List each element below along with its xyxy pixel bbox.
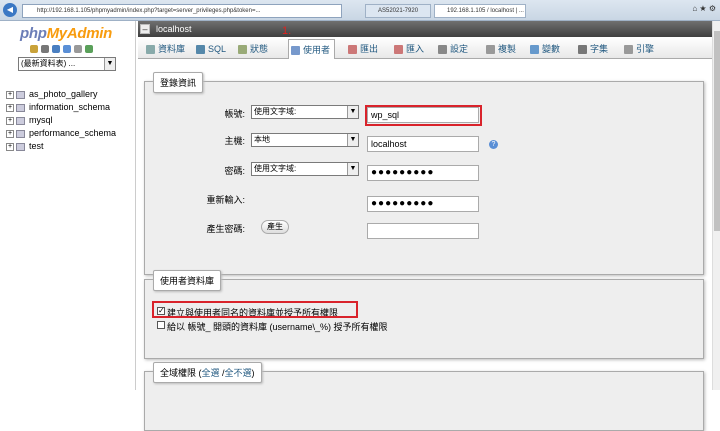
back-icon[interactable]: ◀ bbox=[3, 3, 17, 17]
engines-icon bbox=[624, 45, 633, 54]
database-item[interactable]: + mysql bbox=[6, 114, 136, 127]
global-privileges-legend: 全域權限 (全選 /全不選) bbox=[153, 362, 262, 383]
server-name[interactable]: localhost bbox=[156, 24, 192, 34]
users-icon bbox=[291, 46, 300, 55]
login-info-legend: 登錄資訊 bbox=[153, 72, 204, 93]
tab-sql[interactable]: SQL bbox=[194, 39, 226, 59]
database-icon bbox=[16, 142, 25, 151]
expand-icon[interactable]: + bbox=[6, 90, 14, 99]
database-list: + as_photo_gallery + information_schema + m… bbox=[6, 88, 136, 153]
password-input[interactable]: ●●●●●●●●● bbox=[367, 165, 479, 181]
database-item[interactable]: + performance_schema bbox=[6, 127, 136, 140]
username-label: 帳號: bbox=[224, 109, 245, 119]
database-icon bbox=[16, 129, 25, 138]
browser-tab-1[interactable]: AS52021-7920 bbox=[365, 4, 431, 18]
retype-label: 重新輸入: bbox=[206, 195, 245, 205]
database-icon bbox=[16, 103, 25, 112]
host-type-select[interactable]: 本地 ▼ bbox=[251, 133, 359, 147]
database-icon bbox=[146, 45, 155, 54]
chevron-down-icon: ▼ bbox=[347, 106, 358, 118]
host-input[interactable]: localhost bbox=[367, 136, 479, 152]
user-database-legend: 使用者資料庫 bbox=[153, 270, 222, 291]
chevron-down-icon: ▼ bbox=[104, 58, 115, 70]
expand-icon[interactable]: + bbox=[6, 116, 14, 125]
expand-icon[interactable]: + bbox=[6, 129, 14, 138]
database-item[interactable]: + test bbox=[6, 140, 136, 153]
database-item[interactable]: + as_photo_gallery bbox=[6, 88, 136, 101]
uncheck-all-link[interactable]: 全不選 bbox=[225, 368, 252, 378]
scrollbar-thumb[interactable] bbox=[714, 31, 720, 231]
top-menu: 資料庫 SQL 狀態 使用者 匯出 匯入 設定 複製 變數 字集 引擎 bbox=[138, 37, 712, 59]
password-type-select[interactable]: 使用文字域: ▼ bbox=[251, 162, 359, 176]
chevron-down-icon: ▼ bbox=[347, 134, 358, 146]
address-bar[interactable]: http://192.168.1.105/phpmyadmin/index.ph… bbox=[22, 4, 342, 18]
user-database-fieldset: 使用者資料庫 ✓ 建立與使用者同名的資料庫並授予所有權限 給以 帳號_ 開頭的資… bbox=[144, 270, 704, 359]
variables-icon bbox=[530, 45, 539, 54]
wildcard-db-checkbox[interactable] bbox=[157, 321, 165, 329]
username-type-select[interactable]: 使用文字域: ▼ bbox=[251, 105, 359, 119]
sql-query-icon[interactable] bbox=[52, 45, 60, 53]
phpmyadmin-logo[interactable]: phpMyAdmin bbox=[20, 25, 112, 42]
sql-icon bbox=[196, 45, 205, 54]
logout-icon[interactable] bbox=[41, 45, 49, 53]
annotation-marker: 1. bbox=[282, 25, 292, 37]
tab-databases[interactable]: 資料庫 bbox=[144, 39, 185, 59]
tab-import[interactable]: 匯入 bbox=[392, 39, 424, 59]
tab-export[interactable]: 匯出 bbox=[346, 39, 378, 59]
global-privileges-fieldset: 全域權限 (全選 /全不選) bbox=[144, 362, 704, 431]
import-icon bbox=[394, 45, 403, 54]
window-controls[interactable]: ⌂ ★ ⚙ bbox=[692, 4, 716, 13]
check-all-link[interactable]: 全選 bbox=[202, 368, 220, 378]
navigation-panel: phpMyAdmin (最新資料表) ... ▼ + as_photo_galler… bbox=[0, 21, 136, 390]
generated-password-input[interactable] bbox=[367, 223, 479, 239]
highlight-username bbox=[365, 105, 482, 126]
generate-password-label: 產生密碼: bbox=[206, 224, 245, 234]
nav-icons bbox=[30, 45, 110, 55]
retype-password-input[interactable]: ●●●●●●●●● bbox=[367, 196, 479, 212]
settings-icon[interactable] bbox=[74, 45, 82, 53]
wildcard-db-label[interactable]: 給以 帳號_ 開頭的資料庫 (username\_%) 授予所有權限 bbox=[167, 320, 388, 333]
tab-settings[interactable]: 設定 bbox=[436, 39, 468, 59]
server-breadcrumb: – localhost bbox=[138, 21, 712, 37]
database-icon bbox=[16, 90, 25, 99]
generate-password-button[interactable]: 產生 bbox=[261, 220, 289, 234]
main-panel: – localhost 資料庫 SQL 狀態 使用者 匯出 匯入 設定 複製 變… bbox=[138, 21, 712, 431]
chevron-down-icon: ▼ bbox=[347, 163, 358, 175]
tab-replication[interactable]: 複製 bbox=[484, 39, 516, 59]
tab-status[interactable]: 狀態 bbox=[236, 39, 268, 59]
expand-icon[interactable]: + bbox=[6, 103, 14, 112]
replication-icon bbox=[486, 45, 495, 54]
vertical-scrollbar[interactable] bbox=[712, 21, 720, 390]
tab-users[interactable]: 使用者 bbox=[288, 39, 336, 59]
tab-variables[interactable]: 變數 bbox=[528, 39, 560, 59]
browser-toolbar: ◀ http://192.168.1.105/phpmyadmin/index.… bbox=[0, 0, 720, 21]
highlight-create-db bbox=[152, 301, 358, 318]
browser-tab-2[interactable]: 192.168.1.105 / localhost | ... bbox=[434, 4, 526, 18]
home-icon[interactable] bbox=[30, 45, 38, 53]
host-label: 主機: bbox=[224, 136, 245, 146]
login-info-fieldset: 登錄資訊 帳號: 使用文字域: ▼ wp_sql 主機: 本地 ▼ localhos… bbox=[144, 72, 704, 275]
recent-tables-select[interactable]: (最新資料表) ... ▼ bbox=[18, 57, 116, 71]
database-item[interactable]: + information_schema bbox=[6, 101, 136, 114]
collapse-nav-button[interactable]: – bbox=[140, 24, 150, 34]
password-label: 密碼: bbox=[224, 166, 245, 176]
status-icon bbox=[238, 45, 247, 54]
charset-icon bbox=[578, 45, 587, 54]
docs-icon[interactable] bbox=[63, 45, 71, 53]
export-icon bbox=[348, 45, 357, 54]
tab-charsets[interactable]: 字集 bbox=[576, 39, 608, 59]
database-icon bbox=[16, 116, 25, 125]
reload-icon[interactable] bbox=[85, 45, 93, 53]
expand-icon[interactable]: + bbox=[6, 142, 14, 151]
tab-engines[interactable]: 引擎 bbox=[622, 39, 654, 59]
help-icon[interactable]: ? bbox=[489, 140, 498, 149]
settings-icon bbox=[438, 45, 447, 54]
